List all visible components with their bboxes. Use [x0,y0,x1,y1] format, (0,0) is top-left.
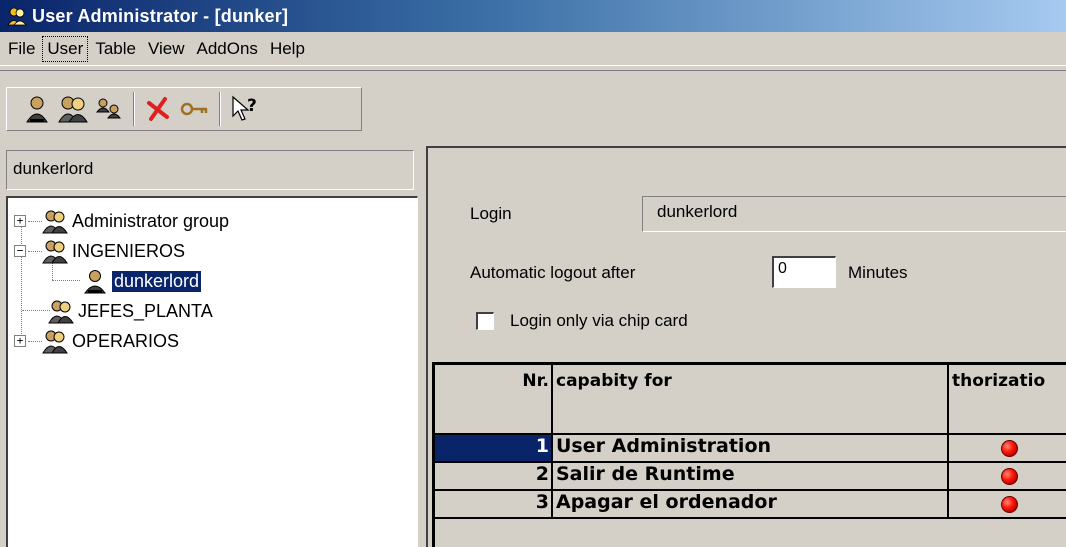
menu-bar: File User Table View AddOns Help [0,32,1066,66]
chipcard-label: Login only via chip card [510,311,688,330]
login-field[interactable]: dunkerlord [642,196,1066,232]
expand-icon[interactable]: + [14,215,26,227]
user-tree[interactable]: + Administrator group − INGENIEROS dunke… [6,196,418,547]
tree-label: OPERARIOS [72,330,180,351]
menu-user[interactable]: User [41,35,89,63]
logout-label: Automatic logout after [470,263,636,282]
table-row[interactable]: 1 User Administration [435,435,1066,463]
minutes-label: Minutes [848,263,908,282]
tree-line [22,310,50,311]
tree-item-operarios[interactable]: + OPERARIOS [14,326,179,356]
table-row[interactable]: 3 Apagar el ordenador [435,491,1066,519]
tree-item-ingenieros[interactable]: − INGENIEROS [14,236,185,266]
user-icon [84,270,106,294]
logout-minutes-input[interactable]: 0 [772,256,836,288]
column-header-authorization[interactable]: thorizatio [949,365,1066,435]
tree-line [28,250,42,252]
tree-label-selected: dunkerlord [110,269,203,293]
row-number: 1 [435,435,553,463]
tree-label: Administrator group [72,210,230,231]
login-label: Login [470,204,512,223]
delete-button[interactable] [141,91,177,127]
user-group-icon [42,240,68,264]
left-panel: dunkerlord + Administrator group − INGEN… [6,150,418,547]
capability-cell: Salir de Runtime [553,463,949,491]
user-group-icon [48,300,74,324]
capabilities-table[interactable]: Nr. capabity for thorizatio 1 User Admin… [432,362,1066,547]
toolbar-separator [133,92,135,126]
tree-item-jefes-planta[interactable]: JEFES_PLANTA [48,296,213,326]
key-icon [180,102,208,116]
title-bar[interactable]: User Administrator - [dunker] [0,0,1066,32]
tree-line [28,340,42,342]
context-help-button[interactable]: ? [227,91,263,127]
row-number: 3 [435,491,553,519]
table-header-row: Nr. capabity for thorizatio [435,365,1066,435]
toolbar: ? [0,70,1066,144]
tree-line [28,220,42,222]
new-user-button[interactable] [19,91,55,127]
tree-line [52,280,80,281]
users-icon [95,98,122,119]
help-icon: ? [232,95,257,121]
expand-icon[interactable]: + [14,335,26,347]
capability-cell: Apagar el ordenador [553,491,949,519]
menu-help[interactable]: Help [264,35,311,63]
chipcard-checkbox[interactable] [476,312,494,330]
user-admin-app-icon [7,7,27,26]
new-group-button[interactable] [55,91,91,127]
selected-path-field: dunkerlord [6,150,414,190]
row-number: 2 [435,463,553,491]
password-button[interactable] [177,91,213,127]
authorized-led-icon [1000,467,1018,485]
svg-text:?: ? [247,96,257,116]
menu-view[interactable]: View [142,35,191,63]
window-title: User Administrator - [dunker] [32,5,289,26]
authorized-led-icon [1000,439,1018,457]
menu-file[interactable]: File [2,35,41,63]
user-properties-panel: Login dunkerlord Automatic logout after … [426,146,1066,547]
authorization-cell[interactable] [949,491,1066,519]
column-header-nr[interactable]: Nr. [435,365,553,435]
tree-label: JEFES_PLANTA [78,300,213,321]
user-group-icon [42,330,68,354]
users-button[interactable] [91,91,127,127]
table-row[interactable]: 2 Salir de Runtime [435,463,1066,491]
menu-table[interactable]: Table [89,35,142,63]
column-header-capability[interactable]: capabity for [553,365,949,435]
toolbar-button-group: ? [6,87,362,131]
tree-item-administrator-group[interactable]: + Administrator group [14,206,229,236]
user-group-icon [58,96,88,123]
authorization-cell[interactable] [949,463,1066,491]
capability-cell: User Administration [553,435,949,463]
tree-label: INGENIEROS [72,240,186,261]
collapse-icon[interactable]: − [14,245,26,257]
menu-addons[interactable]: AddOns [191,35,264,63]
user-group-icon [42,210,68,234]
authorization-cell[interactable] [949,435,1066,463]
authorized-led-icon [1000,495,1018,513]
tree-item-dunkerlord[interactable]: dunkerlord [82,266,203,296]
toolbar-separator [219,92,221,126]
user-icon [26,96,48,123]
delete-icon [147,97,169,121]
